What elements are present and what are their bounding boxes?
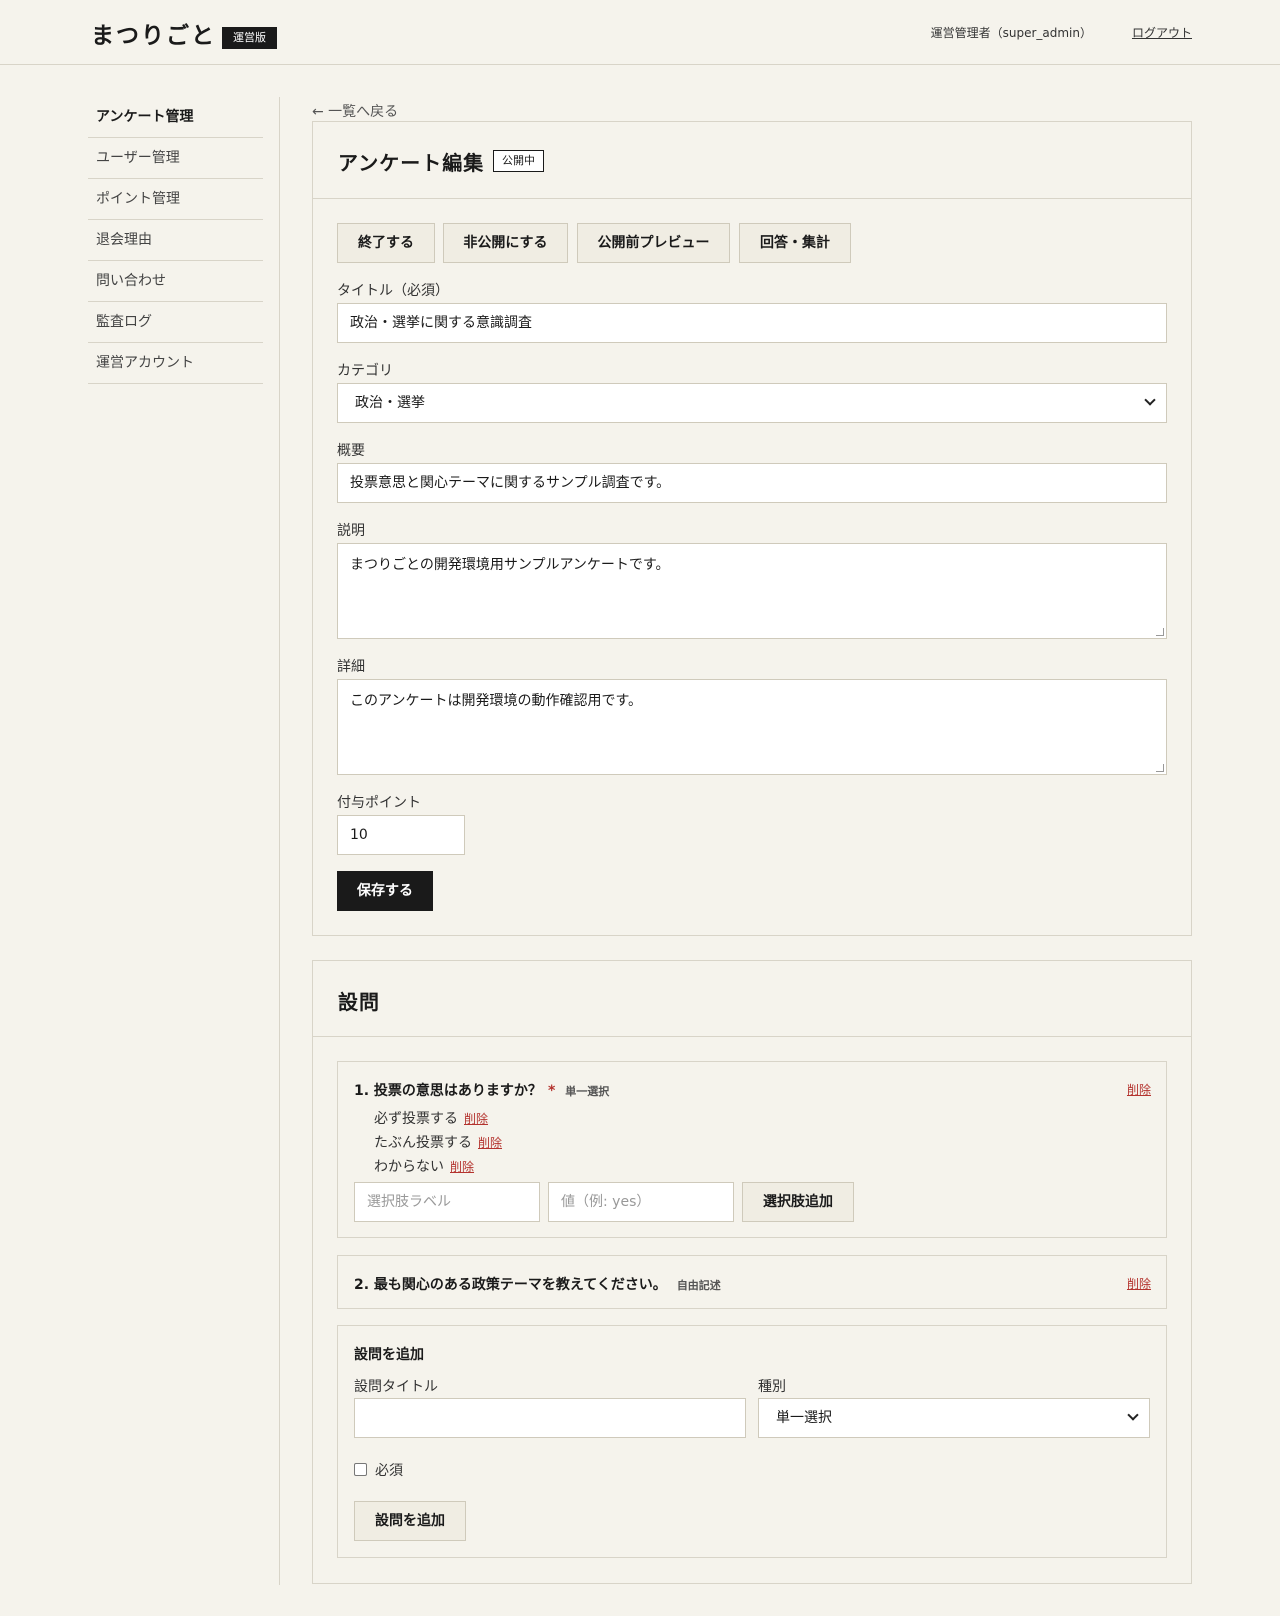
panel-header: アンケート編集 公開中 [313, 122, 1191, 199]
summary-input[interactable]: 投票意思と関心テーマに関するサンプル調査です。 [337, 463, 1167, 503]
option-label-input[interactable]: 選択肢ラベル [354, 1182, 540, 1222]
add-option-button[interactable]: 選択肢追加 [742, 1182, 854, 1222]
summary-label: 概要 [337, 443, 365, 459]
app-logo[interactable]: まつりごと [91, 16, 216, 50]
delete-option-link[interactable]: 削除 [478, 1136, 502, 1150]
preview-button[interactable]: 公開前プレビュー [577, 223, 730, 263]
edition-badge: 運営版 [222, 27, 277, 49]
app-header: まつりごと 運営版 運営管理者（super_admin） ログアウト [0, 0, 1280, 65]
delete-option-link[interactable]: 削除 [464, 1112, 488, 1126]
question-card: 2. 最も関心のある政策テーマを教えてください。 自由記述 削除 [337, 1255, 1167, 1309]
save-button[interactable]: 保存する [337, 871, 433, 911]
questions-panel: 設問 1. 投票の意思はありますか？ * 単一選択 削除 必ず投票する 削除 たぶん投… [312, 960, 1192, 1584]
required-mark: * [547, 1083, 556, 1099]
description-textarea[interactable]: まつりごとの開発環境用サンプルアンケートです。 [337, 543, 1167, 639]
category-select[interactable]: 政治・選挙 [337, 383, 1167, 423]
category-label: カテゴリ [337, 363, 393, 379]
resize-handle-icon[interactable] [1156, 628, 1164, 636]
detail-textarea[interactable]: このアンケートは開発環境の動作確認用です。 [337, 679, 1167, 775]
results-button[interactable]: 回答・集計 [739, 223, 851, 263]
sidebar-nav: アンケート管理 ユーザー管理 ポイント管理 退会理由 問い合わせ 監査ログ 運営… [88, 97, 263, 384]
add-question-card: 設問を追加 設問タイトル 種別 単一選択 必須 設問を追加 [337, 1325, 1167, 1558]
points-label: 付与ポイント [337, 795, 421, 811]
option-label: たぶん投票する [374, 1135, 472, 1151]
option-item: たぶん投票する 削除 [374, 1132, 502, 1152]
required-checkbox[interactable] [354, 1463, 367, 1476]
page-title: アンケート編集 [338, 151, 485, 175]
category-selected-value: 政治・選挙 [355, 395, 425, 411]
status-badge: 公開中 [493, 150, 544, 172]
question-title-text: 1. 投票の意思はありますか？ [354, 1083, 542, 1099]
sidebar-item-users[interactable]: ユーザー管理 [88, 138, 263, 179]
description-text: まつりごとの開発環境用サンプルアンケートです。 [350, 557, 670, 573]
description-label: 説明 [337, 523, 365, 539]
question-type: 単一選択 [565, 1085, 610, 1098]
question-title-input[interactable] [354, 1398, 746, 1438]
back-to-list-link[interactable]: ← 一覧へ戻る [312, 101, 398, 121]
sidebar-item-operator-accounts[interactable]: 運営アカウント [88, 343, 263, 384]
resize-handle-icon[interactable] [1156, 764, 1164, 772]
questions-panel-header: 設問 [313, 961, 1191, 1037]
sidebar-item-points[interactable]: ポイント管理 [88, 179, 263, 220]
close-survey-button[interactable]: 終了する [337, 223, 435, 263]
required-checkbox-label: 必須 [375, 1463, 403, 1479]
detail-label: 詳細 [337, 659, 365, 675]
add-question-button[interactable]: 設問を追加 [354, 1501, 466, 1541]
option-item: わからない 削除 [374, 1156, 474, 1176]
question-title: 1. 投票の意思はありますか？ * 単一選択 [354, 1080, 609, 1100]
question-title-label: 設問タイトル [354, 1379, 438, 1395]
chevron-down-icon [1127, 1409, 1139, 1421]
logout-link[interactable]: ログアウト [1132, 24, 1192, 41]
question-type-select[interactable]: 単一選択 [758, 1398, 1150, 1438]
delete-question-link[interactable]: 削除 [1127, 1081, 1151, 1098]
questions-title: 設問 [338, 990, 380, 1014]
add-question-heading: 設問を追加 [354, 1347, 424, 1363]
detail-text: このアンケートは開発環境の動作確認用です。 [350, 693, 643, 709]
option-label: わからない [374, 1159, 444, 1175]
question-type: 自由記述 [676, 1279, 721, 1292]
chevron-down-icon [1144, 394, 1156, 406]
question-type-label: 種別 [758, 1379, 786, 1395]
survey-edit-panel: アンケート編集 公開中 終了する 非公開にする 公開前プレビュー 回答・集計 タ… [312, 121, 1192, 936]
sidebar-item-withdrawal-reasons[interactable]: 退会理由 [88, 220, 263, 261]
current-user-label: 運営管理者（super_admin） [930, 26, 1092, 40]
sidebar-item-inquiries[interactable]: 問い合わせ [88, 261, 263, 302]
sidebar-item-audit-log[interactable]: 監査ログ [88, 302, 263, 343]
question-card: 1. 投票の意思はありますか？ * 単一選択 削除 必ず投票する 削除 たぶん投票する… [337, 1061, 1167, 1238]
option-label: 必ず投票する [374, 1111, 458, 1127]
sidebar-item-surveys[interactable]: アンケート管理 [88, 97, 263, 138]
title-input[interactable]: 政治・選挙に関する意識調査 [337, 303, 1167, 343]
title-label: タイトル（必須） [337, 283, 449, 299]
delete-option-link[interactable]: 削除 [450, 1160, 474, 1174]
option-item: 必ず投票する 削除 [374, 1108, 488, 1128]
points-input[interactable]: 10 [337, 815, 465, 855]
sidebar-divider [279, 97, 280, 1585]
option-value-input[interactable]: 値（例: yes） [548, 1182, 734, 1222]
question-title: 2. 最も関心のある政策テーマを教えてください。 自由記述 [354, 1274, 721, 1294]
question-title-text: 2. 最も関心のある政策テーマを教えてください。 [354, 1277, 667, 1293]
unpublish-button[interactable]: 非公開にする [443, 223, 568, 263]
delete-question-link[interactable]: 削除 [1127, 1275, 1151, 1292]
question-type-selected-value: 単一選択 [776, 1410, 832, 1426]
